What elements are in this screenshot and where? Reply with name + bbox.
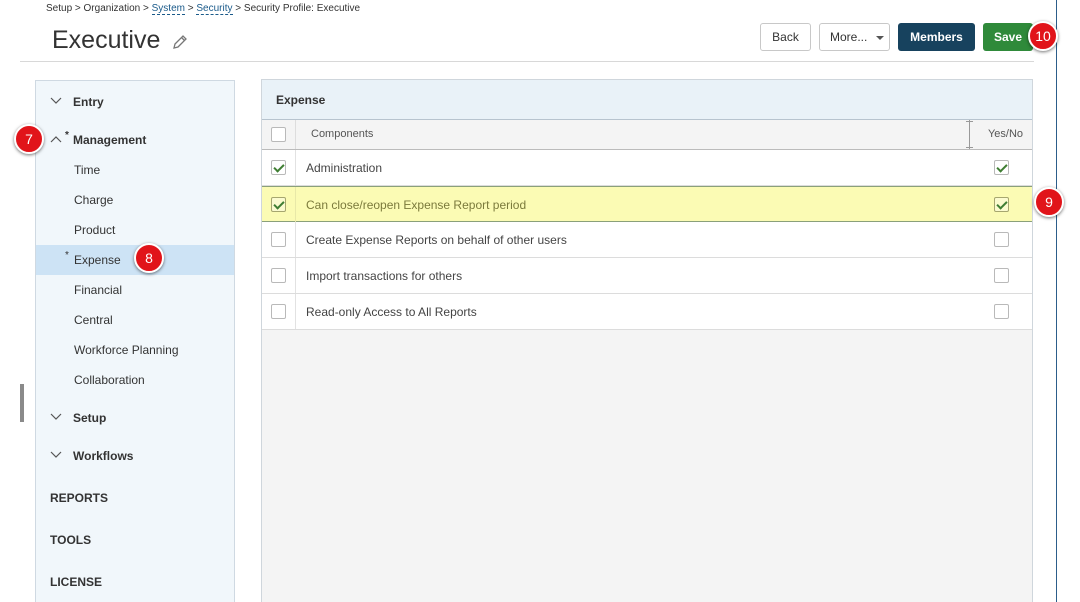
row-select-checkbox[interactable] [271, 197, 286, 212]
column-header-yes-no[interactable]: Yes/No [988, 128, 1023, 140]
more-dropdown-button[interactable]: More... [819, 23, 890, 51]
sidebar-group-label: Management [73, 133, 147, 147]
table-header: Components Yes/No [262, 120, 1032, 150]
sidebar-item-charge[interactable]: Charge [36, 185, 234, 215]
table-row[interactable]: Can close/reopen Expense Report period [262, 186, 1032, 222]
sidebar-section-license[interactable]: LICENSE [36, 567, 234, 597]
right-edge-line [1056, 0, 1057, 602]
step-marker-10: 10 [1028, 21, 1058, 51]
sidebar: Entry * Management Time Charge Product *… [35, 80, 235, 602]
page-title: Executive [52, 26, 161, 54]
select-all-cell [262, 120, 296, 149]
sidebar-group-entry[interactable]: Entry [36, 87, 234, 117]
chevron-up-icon [50, 136, 62, 143]
yes-no-checkbox[interactable] [994, 232, 1009, 247]
sidebar-section-tools[interactable]: TOOLS [36, 525, 234, 555]
step-marker-8: 8 [134, 243, 164, 273]
modified-asterisk: * [65, 130, 69, 141]
pencil-icon[interactable] [171, 33, 189, 51]
row-select-cell [262, 258, 296, 293]
expense-panel: Expense Components Yes/No Administration… [261, 79, 1033, 602]
sidebar-group-workflows[interactable]: Workflows [36, 441, 234, 471]
component-label: Create Expense Reports on behalf of othe… [306, 233, 567, 247]
component-label: Read-only Access to All Reports [306, 305, 477, 319]
breadcrumb: Setup > Organization > System > Security… [46, 3, 361, 15]
chevron-down-icon [50, 451, 62, 458]
row-select-cell [262, 222, 296, 257]
row-select-cell [262, 294, 296, 329]
breadcrumb-separator: > [187, 3, 194, 14]
breadcrumb-prefix: Setup > Organization > [46, 3, 149, 14]
select-all-checkbox[interactable] [271, 127, 286, 142]
more-button-label: More... [830, 30, 868, 44]
yes-no-checkbox[interactable] [994, 268, 1009, 283]
sidebar-item-financial[interactable]: Financial [36, 275, 234, 305]
chevron-down-icon [50, 97, 62, 104]
breadcrumb-link-security[interactable]: Security [196, 3, 233, 15]
column-header-components[interactable]: Components [311, 128, 373, 140]
members-button[interactable]: Members [898, 23, 975, 51]
panel-title: Expense [262, 80, 1032, 120]
row-select-cell [262, 187, 296, 222]
sidebar-section-reports[interactable]: REPORTS [36, 483, 234, 513]
table-row[interactable]: Administration [262, 150, 1032, 186]
yes-no-checkbox[interactable] [994, 304, 1009, 319]
chevron-down-icon [50, 413, 62, 420]
step-marker-7: 7 [14, 124, 44, 154]
component-label: Administration [306, 161, 383, 175]
sidebar-group-setup[interactable]: Setup [36, 403, 234, 433]
table-row[interactable]: Read-only Access to All Reports [262, 294, 1032, 330]
column-resize-handle[interactable] [966, 120, 973, 149]
row-select-checkbox[interactable] [271, 232, 286, 247]
row-select-checkbox[interactable] [271, 268, 286, 283]
yes-no-checkbox[interactable] [994, 197, 1009, 212]
back-button[interactable]: Back [760, 23, 811, 51]
modified-asterisk: * [65, 250, 69, 261]
row-select-checkbox[interactable] [271, 160, 286, 175]
save-button[interactable]: Save [983, 23, 1033, 51]
sidebar-group-label: Setup [73, 411, 107, 425]
sidebar-item-label: Expense [74, 253, 121, 267]
component-label: Import transactions for others [306, 269, 463, 283]
step-marker-9: 9 [1034, 187, 1064, 217]
sidebar-item-workforce-planning[interactable]: Workforce Planning [36, 335, 234, 365]
row-select-checkbox[interactable] [271, 304, 286, 319]
header-divider [20, 61, 1034, 62]
sidebar-group-label: Workflows [73, 449, 134, 463]
table-row[interactable]: Import transactions for others [262, 258, 1032, 294]
row-select-cell [262, 150, 296, 185]
sidebar-item-product[interactable]: Product [36, 215, 234, 245]
sidebar-item-collaboration[interactable]: Collaboration [36, 365, 234, 395]
caret-down-icon [876, 36, 884, 40]
breadcrumb-link-system[interactable]: System [151, 3, 185, 15]
sidebar-item-time[interactable]: Time [36, 155, 234, 185]
sidebar-group-management[interactable]: * Management [36, 125, 234, 155]
component-label: Can close/reopen Expense Report period [306, 198, 527, 212]
sidebar-group-label: Entry [73, 95, 104, 109]
sidebar-item-central[interactable]: Central [36, 305, 234, 335]
table-row[interactable]: Create Expense Reports on behalf of othe… [262, 222, 1032, 258]
sidebar-resize-handle[interactable] [20, 384, 24, 422]
breadcrumb-current: > Security Profile: Executive [235, 3, 361, 14]
yes-no-checkbox[interactable] [994, 160, 1009, 175]
